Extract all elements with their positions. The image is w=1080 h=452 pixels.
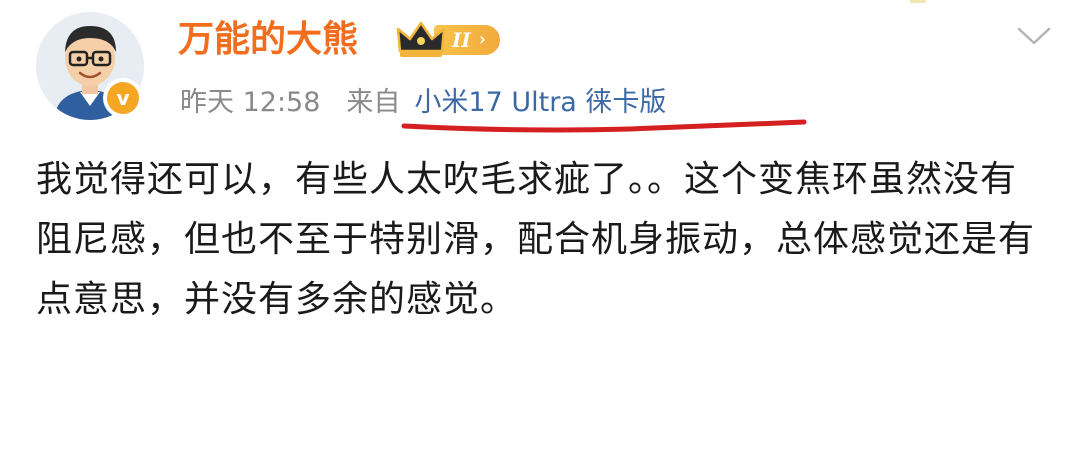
post-text: 我觉得还可以，有些人太吹毛求疵了。。这个变焦环虽然没有阻尼感，但也不至于特别滑，… [36,159,1036,320]
verified-icon: v [107,82,139,114]
device-link[interactable]: 小米17 Ultra 徕卡版 [414,84,666,122]
source-label: 来自 [346,87,401,118]
level-badge[interactable]: II › [396,20,500,60]
weibo-post: v 万能的大熊 II › 昨天 12:58 来自 小米17 Ultra 徕卡版 … [0,0,1080,452]
crown-icon [396,21,446,57]
decorative-mark [910,0,926,3]
post-meta: 昨天 12:58 来自 小米17 Ultra 徕卡版 [180,84,666,122]
username[interactable]: 万能的大熊 [178,14,358,66]
level-label: II [452,28,471,52]
post-time: 昨天 12:58 [180,87,321,118]
chevron-down-icon[interactable] [1016,22,1052,50]
chevron-right-icon: › [478,29,486,50]
verified-badge: v [103,78,143,118]
